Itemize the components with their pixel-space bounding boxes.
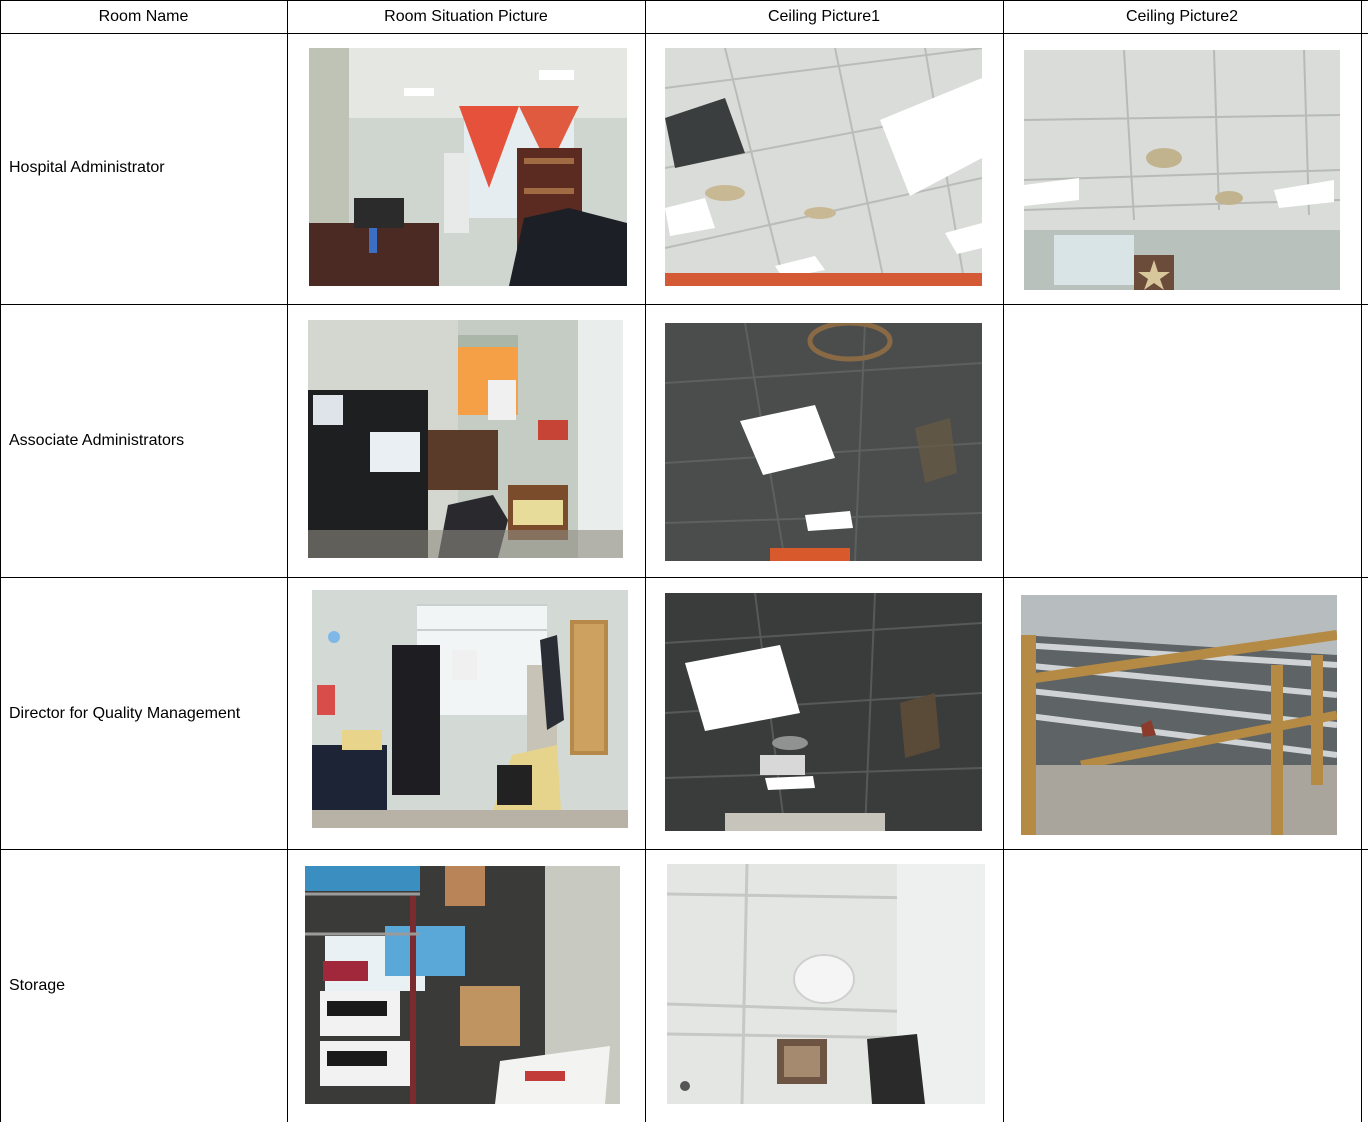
table-border-right [1361, 0, 1362, 1122]
column-divider [287, 0, 288, 1122]
ceiling-photo [1024, 50, 1340, 290]
row-divider [0, 849, 1368, 850]
storage-room-photo [305, 866, 620, 1104]
office-room-photo [308, 320, 623, 558]
ceiling-photo [665, 48, 982, 286]
office-room-photo [312, 590, 628, 828]
exposed-ceiling-structure-photo [1021, 595, 1337, 835]
table-border-top [0, 0, 1368, 1]
room-name-cell: Storage [9, 977, 66, 994]
row-divider [0, 577, 1368, 578]
row-divider [0, 304, 1368, 305]
column-divider [645, 0, 646, 1122]
ceiling-photo [665, 323, 982, 561]
room-table: Room Name Room Situation Picture Ceiling… [0, 0, 1368, 1122]
room-name-cell: Associate Administrators [9, 432, 185, 449]
room-name-cell: Hospital Administrator [9, 159, 165, 176]
ceiling-photo [667, 864, 985, 1104]
room-name-cell: Director for Quality Management [9, 705, 241, 722]
header-room-name: Room Name [98, 8, 189, 25]
header-room-situation-picture: Room Situation Picture [384, 8, 548, 25]
header-divider [0, 33, 1368, 34]
table-border-left [0, 0, 1, 1122]
office-room-photo [309, 48, 627, 286]
column-divider [1003, 0, 1004, 1122]
header-ceiling-picture1: Ceiling Picture1 [767, 8, 881, 25]
ceiling-photo [665, 593, 982, 831]
header-ceiling-picture2: Ceiling Picture2 [1125, 8, 1239, 25]
